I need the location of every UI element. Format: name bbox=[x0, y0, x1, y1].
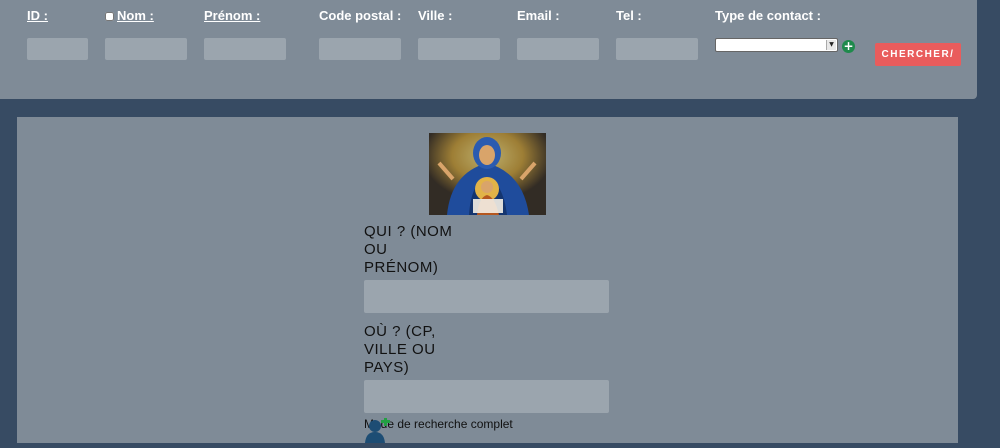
type-contact-select[interactable]: ▼ bbox=[715, 38, 838, 52]
ou-label: OÙ ? (CP, VILLE OU PAYS) bbox=[364, 323, 436, 376]
id-input[interactable] bbox=[27, 38, 88, 60]
id-label: ID : bbox=[27, 8, 48, 23]
ville-label: Ville : bbox=[418, 8, 453, 23]
search-bar: ID : Nom : Prénom : Code postal : Ville … bbox=[0, 0, 977, 99]
type-contact-field-group: Type de contact : bbox=[715, 8, 821, 24]
prenom-input[interactable] bbox=[204, 38, 286, 60]
search-form: QUI ? (NOM OU PRÉNOM) OÙ ? (CP, VILLE OU… bbox=[364, 223, 624, 431]
prenom-label: Prénom : bbox=[204, 8, 261, 23]
tel-label: Tel : bbox=[616, 8, 642, 23]
chevron-down-icon[interactable]: ▼ bbox=[826, 40, 836, 50]
code-postal-input[interactable] bbox=[319, 38, 401, 60]
tel-field-group: Tel : bbox=[616, 8, 698, 60]
nom-input[interactable] bbox=[105, 38, 187, 60]
add-user-icon[interactable] bbox=[365, 417, 391, 443]
email-label: Email : bbox=[517, 8, 560, 23]
nom-label: Nom : bbox=[105, 8, 154, 24]
ville-field-group: Ville : bbox=[418, 8, 500, 60]
prenom-field-group: Prénom : bbox=[204, 8, 286, 60]
nom-field-group: Nom : bbox=[105, 8, 187, 60]
ville-input[interactable] bbox=[418, 38, 500, 60]
type-contact-label: Type de contact : bbox=[715, 8, 821, 23]
qui-label: QUI ? (NOM OU PRÉNOM) bbox=[364, 223, 453, 276]
code-postal-field-group: Code postal : bbox=[319, 8, 402, 60]
search-button[interactable]: Chercher/ bbox=[875, 43, 961, 66]
plus-circle-icon[interactable]: + bbox=[842, 40, 855, 53]
tel-input[interactable] bbox=[616, 38, 698, 60]
qui-input[interactable] bbox=[364, 280, 609, 313]
id-field-group: ID : bbox=[27, 8, 88, 60]
virgin-and-child-icon-image bbox=[429, 133, 546, 215]
mode-recherche-label: Mode de recherche complet bbox=[364, 417, 513, 431]
email-field-group: Email : bbox=[517, 8, 599, 60]
ou-input[interactable] bbox=[364, 380, 609, 413]
email-input[interactable] bbox=[517, 38, 599, 60]
code-postal-label: Code postal : bbox=[319, 8, 402, 23]
main-panel: QUI ? (NOM OU PRÉNOM) OÙ ? (CP, VILLE OU… bbox=[17, 117, 958, 443]
nom-checkbox[interactable] bbox=[105, 12, 114, 21]
